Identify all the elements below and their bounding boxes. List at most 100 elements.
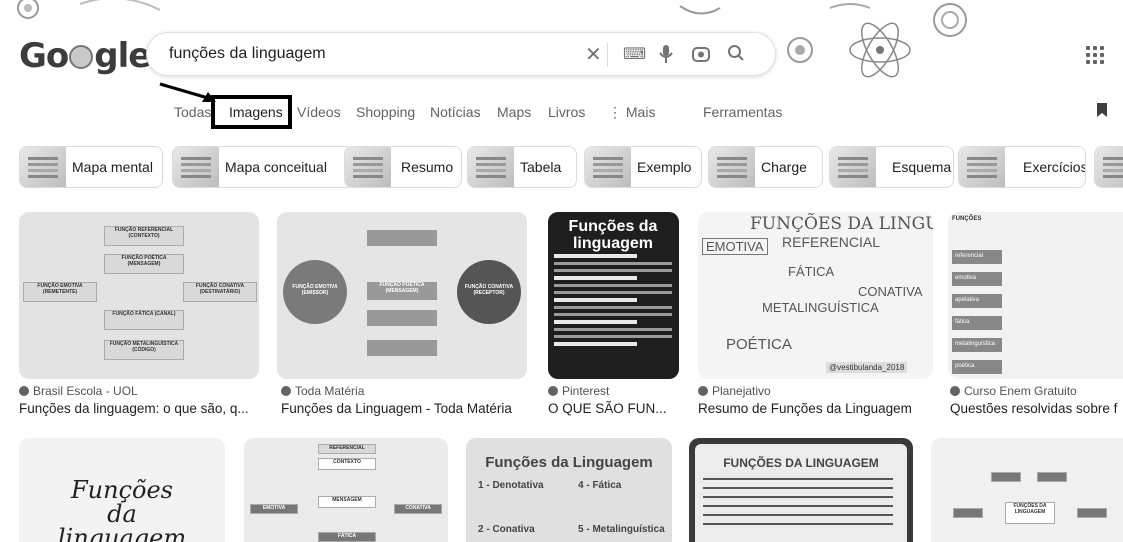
image-title: FUNÇÕES DA LINGUAGEM xyxy=(723,456,879,470)
tab-mais[interactable]: ⋮ Mais xyxy=(608,104,655,121)
result-source-label: Planejativo xyxy=(712,384,771,398)
chip-label: Mapa conceitual xyxy=(225,159,327,175)
result-source-label: Pinterest xyxy=(562,384,610,398)
chip-thumbnail xyxy=(1095,147,1123,187)
keyboard-icon[interactable]: ⌨ xyxy=(623,44,646,66)
google-apps-icon[interactable] xyxy=(1086,46,1104,64)
tab-ferramentas[interactable]: Ferramentas xyxy=(703,104,782,120)
image-watermark: @vestibulanda_2018 xyxy=(826,362,908,373)
diagram-label: FUNÇÃO CONATIVA (RECEPTOR) xyxy=(464,284,514,296)
image-text-lines xyxy=(703,478,893,532)
image-label: 5 - Metalinguística xyxy=(578,524,665,535)
search-input[interactable]: funções da linguagem xyxy=(169,45,326,63)
result-title[interactable]: Funções da Linguagem - Toda Matéria xyxy=(281,401,531,416)
result-image-row2-1[interactable]: Funções da linguagem xyxy=(19,438,225,542)
logo-doodle-o xyxy=(69,45,94,69)
favicon-icon xyxy=(281,386,291,396)
tab-videos[interactable]: Vídeos xyxy=(297,104,341,120)
chip-more[interactable] xyxy=(1094,146,1123,188)
tab-imagens[interactable]: Imagens xyxy=(229,104,283,120)
chip-label: Charge xyxy=(761,159,807,175)
chip-label: Esquema xyxy=(892,159,952,175)
result-image-curso-enem[interactable]: FUNÇÕES referencial emotiva apelativa fá… xyxy=(948,212,1123,379)
diagram-box: FUNÇÃO POÉTICA (MENSAGEM) xyxy=(104,254,184,274)
image-label: 4 - Fática xyxy=(578,480,622,491)
favicon-icon xyxy=(548,386,558,396)
image-label: CONATIVA xyxy=(858,284,923,299)
microphone-icon[interactable] xyxy=(659,44,673,69)
tab-maps[interactable]: Maps xyxy=(497,104,531,120)
result-source[interactable]: Brasil Escola - UOL xyxy=(19,384,138,398)
chip-thumbnail xyxy=(468,147,514,187)
result-source-label: Curso Enem Gratuito xyxy=(964,384,1077,398)
result-image-row2-5[interactable]: FUNÇÕES DA LINGUAGEM xyxy=(931,438,1123,542)
result-image-pinterest[interactable]: Funções da linguagem xyxy=(548,212,679,379)
image-label: METALINGUÍSTICA xyxy=(762,300,879,315)
image-header: FUNÇÕES xyxy=(952,216,982,222)
diagram-box: MENSAGEM xyxy=(318,496,376,508)
image-title: Funções da linguagem xyxy=(57,476,187,542)
diagram-box: EMOTIVA xyxy=(250,504,298,514)
google-logo[interactable]: Go gle xyxy=(19,36,151,76)
result-title[interactable]: O QUE SÃO FUN... xyxy=(548,401,688,416)
result-source[interactable]: Planejativo xyxy=(698,384,771,398)
tab-livros[interactable]: Livros xyxy=(548,104,585,120)
diagram-box xyxy=(367,230,437,246)
result-image-planejativo[interactable]: FUNÇÕES DA LINGUAGEM EMOTIVA REFERENCIAL… xyxy=(698,212,933,379)
image-label: EMOTIVA xyxy=(702,238,768,255)
chip-label: Mapa mental xyxy=(72,159,153,175)
diagram-box: CONATIVA xyxy=(394,504,442,514)
image-row-label: fática xyxy=(952,316,1002,330)
chip-charge[interactable]: Charge xyxy=(708,146,823,188)
result-source[interactable]: Toda Matéria xyxy=(281,384,364,398)
result-image-toda-materia[interactable]: FUNÇÃO EMOTIVA (EMISSOR) FUNÇÃO CONATIVA… xyxy=(277,212,527,379)
camera-lens-icon[interactable] xyxy=(691,44,711,69)
image-row-label: poética xyxy=(952,360,1002,374)
tab-shopping[interactable]: Shopping xyxy=(356,104,415,120)
chip-resumo[interactable]: Resumo xyxy=(344,146,462,188)
result-source[interactable]: Curso Enem Gratuito xyxy=(950,384,1077,398)
diagram-box: CONTEXTO xyxy=(318,458,376,470)
search-box[interactable]: funções da linguagem ✕ ⌨ xyxy=(146,32,776,76)
chip-label: Exercícios xyxy=(1023,159,1086,175)
chip-thumbnail xyxy=(959,147,1005,187)
chip-exemplo[interactable]: Exemplo xyxy=(584,146,702,188)
result-image-row2-3[interactable]: Funções da Linguagem 1 - Denotativa 4 - … xyxy=(466,438,672,542)
refinement-chips: Mapa mental Mapa conceitual Resumo Tabel… xyxy=(19,146,1123,188)
chip-label: Exemplo xyxy=(637,159,692,175)
chip-mapa-mental[interactable]: Mapa mental xyxy=(19,146,163,188)
search-icon[interactable] xyxy=(727,44,745,67)
image-label: POÉTICA xyxy=(726,336,792,353)
result-title[interactable]: Funções da linguagem: o que são, q... xyxy=(19,401,259,416)
result-title[interactable]: Resumo de Funções da Linguagem xyxy=(698,401,933,416)
chip-mapa-conceitual[interactable]: Mapa conceitual xyxy=(172,146,354,188)
close-icon[interactable]: ✕ xyxy=(585,44,602,66)
diagram-box: REFERENCIAL xyxy=(318,444,376,454)
favicon-icon xyxy=(950,386,960,396)
favicon-icon xyxy=(19,386,29,396)
chip-thumbnail xyxy=(20,147,66,187)
tab-todas[interactable]: Todas xyxy=(174,104,211,120)
chip-esquema[interactable]: Esquema xyxy=(829,146,954,188)
result-image-brasil-escola[interactable]: FUNÇÃO REFERENCIAL (CONTEXTO) FUNÇÃO POÉ… xyxy=(19,212,259,379)
result-source[interactable]: Pinterest xyxy=(548,384,609,398)
image-label: FÁTICA xyxy=(788,264,835,279)
chip-tabela[interactable]: Tabela xyxy=(467,146,577,188)
result-image-row2-2[interactable]: REFERENCIAL CONTEXTO MENSAGEM EMOTIVA CO… xyxy=(244,438,448,542)
diagram-box xyxy=(1077,508,1107,518)
image-text-lines xyxy=(554,254,672,350)
bookmark-icon[interactable] xyxy=(1096,102,1108,123)
diagram-box xyxy=(991,472,1021,482)
chip-exercicios[interactable]: Exercícios xyxy=(958,146,1086,188)
image-inner: FUNÇÕES DA LINGUAGEM xyxy=(695,444,907,542)
diagram-box: FUNÇÃO CONATIVA (DESTINATÁRIO) xyxy=(183,282,257,302)
chip-thumbnail xyxy=(585,147,631,187)
result-title[interactable]: Questões resolvidas sobre f xyxy=(950,401,1123,416)
search-tabs: Todas Imagens Vídeos Shopping Notícias M… xyxy=(0,104,1123,128)
diagram-box xyxy=(1037,472,1067,482)
result-image-row2-4[interactable]: FUNÇÕES DA LINGUAGEM xyxy=(689,438,913,542)
image-title: Funções da Linguagem xyxy=(485,454,653,471)
diagram-box: FUNÇÃO FÁTICA (CANAL) xyxy=(104,310,184,330)
tab-noticias[interactable]: Notícias xyxy=(430,104,481,120)
image-row-label: metalinguística xyxy=(952,338,1002,352)
